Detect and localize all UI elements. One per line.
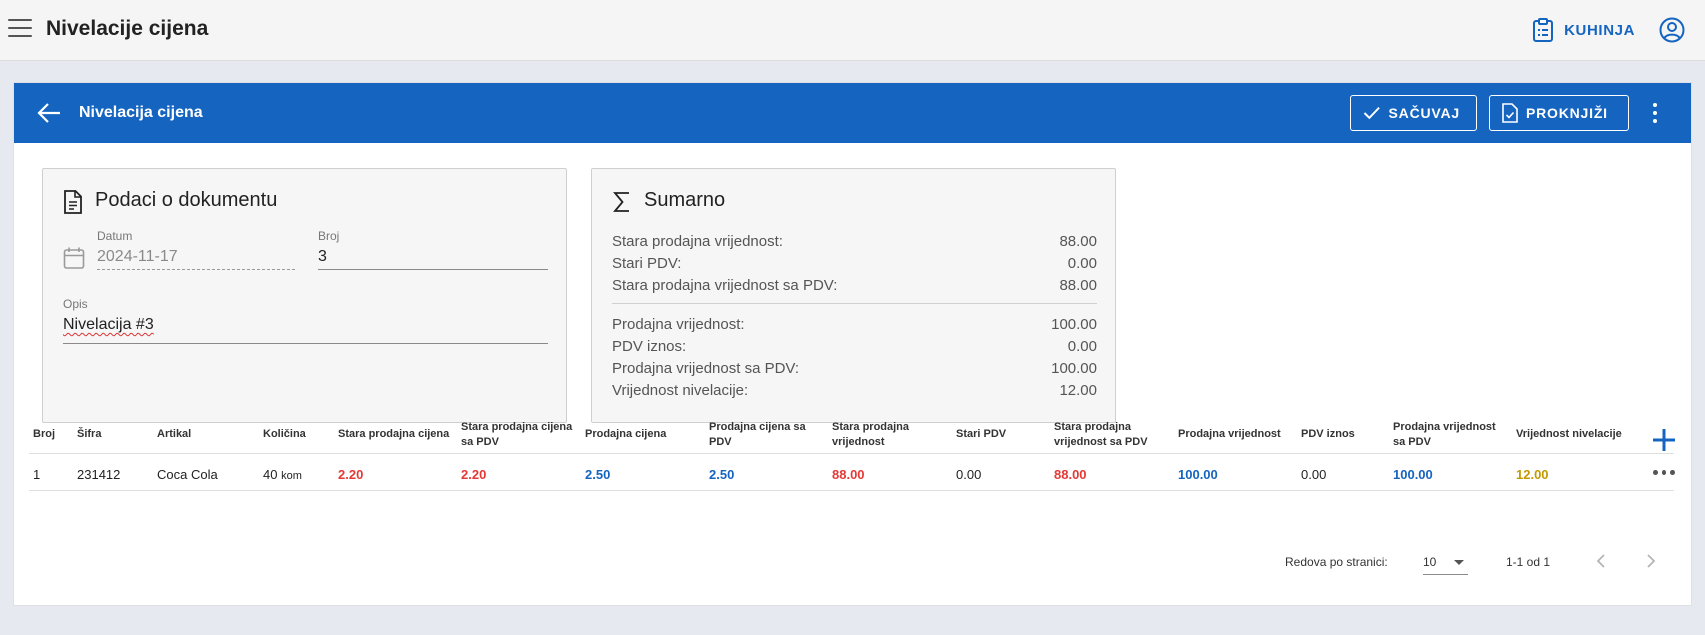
col-vrijednost-pdv[interactable]: Prodajna vrijednost sa PDV — [1393, 420, 1496, 450]
cell-pdv-iznos: 0.00 — [1301, 467, 1327, 482]
post-label: PROKNJIŽI — [1526, 105, 1608, 121]
document-icon — [64, 190, 82, 214]
rows-per-page-label: Redova po stranici: — [1285, 555, 1388, 569]
cell-stara-vrijednost: 88.00 — [832, 467, 865, 482]
post-button[interactable]: PROKNJIŽI — [1489, 95, 1629, 131]
card-header: Nivelacija cijena SAČUVAJ PROKNJIŽI — [14, 83, 1691, 143]
cell-cijena-pdv: 2.50 — [709, 467, 735, 482]
account-circle-icon[interactable] — [1659, 17, 1685, 43]
date-underline — [97, 269, 295, 270]
cell-stari-pdv: 0.00 — [956, 467, 982, 482]
save-label: SAČUVAJ — [1388, 105, 1460, 121]
cell-stara-vrijednost-pdv: 88.00 — [1054, 467, 1087, 482]
cell-cijena: 2.50 — [585, 467, 611, 482]
kitchen-label: KUHINJA — [1564, 21, 1635, 39]
kitchen-button[interactable]: KUHINJA — [1532, 17, 1635, 43]
add-icon[interactable] — [1651, 427, 1677, 453]
col-kolicina[interactable]: Količina — [263, 427, 306, 442]
cell-nivelacija: 12.00 — [1516, 467, 1549, 482]
col-cijena[interactable]: Prodajna cijena — [585, 427, 666, 442]
arrow-back-icon[interactable] — [36, 101, 62, 125]
more-vert-icon[interactable] — [1652, 103, 1658, 125]
price-leveling-card: Nivelacija cijena SAČUVAJ PROKNJIŽI Poda… — [13, 82, 1692, 606]
cell-kolicina: 40 kom — [263, 467, 302, 482]
pagination-range: 1-1 od 1 — [1506, 555, 1551, 569]
caret-down-icon — [1454, 560, 1464, 565]
cell-vrijednost-pdv: 100.00 — [1393, 467, 1433, 482]
col-stara-vrijednost[interactable]: Stara prodajna vrijednost — [832, 420, 909, 450]
number-label: Broj — [318, 229, 340, 243]
date-field: 2024-11-17 — [97, 248, 178, 265]
date-label: Datum — [97, 229, 133, 243]
summary-row: Vrijednost nivelacije: 12.00 — [612, 382, 1097, 399]
col-vrijednost[interactable]: Prodajna vrijednost — [1178, 427, 1281, 442]
summary-row: Stara prodajna vrijednost sa PDV: 88.00 — [612, 277, 1097, 294]
table-header: Broj Šifra Artikal Količina Stara prodaj… — [29, 408, 1677, 454]
col-stara-cijena[interactable]: Stara prodajna cijena — [338, 427, 449, 442]
check-icon — [1363, 106, 1380, 120]
chevron-left-icon[interactable] — [1594, 553, 1608, 569]
summary-divider — [612, 303, 1097, 304]
save-button[interactable]: SAČUVAJ — [1350, 95, 1477, 131]
calendar-icon — [63, 247, 85, 269]
sigma-icon — [613, 192, 629, 212]
col-stara-vrijednost-pdv[interactable]: Stara prodajna vrijednost sa PDV — [1054, 420, 1148, 450]
cell-broj: 1 — [33, 467, 41, 482]
col-nivelacija[interactable]: Vrijednost nivelacije — [1516, 427, 1622, 442]
summary-row: Prodajna vrijednost: 100.00 — [612, 316, 1097, 333]
summary-row: Stara prodajna vrijednost: 88.00 — [612, 233, 1097, 250]
cell-sifra: 231412 — [77, 467, 121, 482]
number-underline — [318, 269, 548, 270]
col-artikal[interactable]: Artikal — [157, 427, 191, 442]
col-cijena-pdv[interactable]: Prodajna cijena sa PDV — [709, 420, 806, 450]
number-field[interactable]: 3 — [318, 248, 327, 266]
description-underline — [63, 343, 548, 344]
cell-stara-cijena: 2.20 — [338, 467, 364, 482]
chevron-right-icon[interactable] — [1644, 553, 1658, 569]
summary-panel: Sumarno Stara prodajna vrijednost: 88.00 … — [591, 168, 1116, 423]
rows-per-page-select[interactable]: 10 — [1423, 545, 1468, 575]
col-stara-cijena-pdv[interactable]: Stara prodajna cijena sa PDV — [461, 420, 572, 450]
menu-icon[interactable] — [8, 19, 32, 39]
col-stari-pdv[interactable]: Stari PDV — [956, 427, 1006, 442]
description-field[interactable]: Nivelacija #3 — [63, 316, 154, 334]
rows-per-page-value: 10 — [1423, 555, 1437, 569]
page-title: Nivelacije cijena — [46, 17, 209, 40]
col-broj[interactable]: Broj — [33, 427, 55, 442]
document-panel-title: Podaci o dokumentu — [95, 189, 278, 211]
document-check-icon — [1502, 103, 1518, 123]
col-sifra[interactable]: Šifra — [77, 427, 101, 442]
summary-row: PDV iznos: 0.00 — [612, 338, 1097, 355]
cell-vrijednost: 100.00 — [1178, 467, 1218, 482]
summary-panel-title: Sumarno — [644, 189, 726, 211]
table-row[interactable]: 1 231412 Coca Cola 40 kom 2.20 2.20 2.50… — [29, 455, 1676, 491]
top-app-bar: Nivelacije cijena KUHINJA — [0, 0, 1705, 61]
col-pdv-iznos[interactable]: PDV iznos — [1301, 427, 1355, 442]
summary-row: Prodajna vrijednost sa PDV: 100.00 — [612, 360, 1097, 377]
cell-stara-cijena-pdv: 2.20 — [461, 467, 487, 482]
document-info-panel: Podaci o dokumentu Datum 2024-11-17 Broj… — [42, 168, 567, 423]
summary-row: Stari PDV: 0.00 — [612, 255, 1097, 272]
cell-artikal: Coca Cola — [157, 467, 218, 482]
description-label: Opis — [63, 297, 88, 311]
more-horiz-icon[interactable] — [1653, 470, 1676, 476]
card-title: Nivelacija cijena — [79, 104, 203, 121]
clipboard-icon — [1533, 18, 1554, 42]
